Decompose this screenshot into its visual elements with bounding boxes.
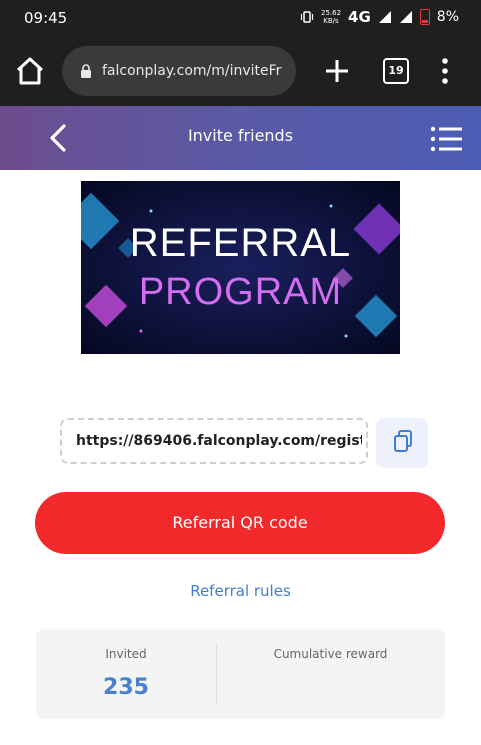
page-title: Invite friends	[187, 126, 294, 145]
lock-icon	[81, 64, 91, 78]
cumulative-reward-stat: Cumulative reward	[216, 629, 445, 719]
referral-qr-code-button[interactable]: Referral QR code	[35, 492, 445, 554]
page-header: Invite friends	[0, 106, 481, 170]
address-bar[interactable]: falconplay.com/m/inviteFriends	[62, 46, 296, 96]
battery-icon	[419, 9, 430, 25]
signal-icon	[378, 11, 391, 23]
network-speed: 25.62 KB/s	[321, 9, 341, 25]
banner-background	[81, 181, 400, 354]
copy-link-button[interactable]	[376, 418, 428, 468]
copy-icon	[394, 430, 412, 452]
vibrate-icon	[300, 11, 314, 23]
referral-rules-link[interactable]: Referral rules	[0, 582, 481, 600]
referral-link-text: https://869406.falconplay.com/registe...	[76, 433, 362, 449]
menu-icon[interactable]	[430, 126, 464, 152]
banner-title-line1: REFERRAL	[129, 221, 352, 265]
status-bar: 09:45 25.62 KB/s 4G 8%	[0, 0, 481, 36]
referral-stats-card: Invited 235 Cumulative reward	[36, 629, 445, 719]
tab-switcher-button[interactable]: 19	[383, 58, 409, 84]
invited-label: Invited	[105, 647, 147, 661]
new-tab-icon[interactable]	[322, 56, 352, 86]
url-text: falconplay.com/m/inviteFriends	[102, 63, 282, 79]
home-icon[interactable]	[14, 56, 46, 86]
speed-value: 25.62	[320, 9, 342, 17]
speed-unit: KB/s	[323, 17, 339, 25]
cumulative-reward-label: Cumulative reward	[273, 647, 388, 661]
referral-banner: REFERRAL PROGRAM	[81, 181, 400, 354]
signal-icon-2	[399, 11, 412, 23]
browser-toolbar: falconplay.com/m/inviteFriends 19	[0, 36, 481, 106]
network-type: 4G	[348, 8, 371, 26]
referral-link-field[interactable]: https://869406.falconplay.com/registe...	[60, 418, 368, 464]
invited-value: 235	[103, 675, 149, 700]
status-time: 09:45	[24, 9, 68, 27]
battery-percent: 8%	[436, 9, 459, 25]
invited-stat: Invited 235	[36, 629, 216, 719]
status-icons: 25.62 KB/s 4G 8%	[300, 8, 459, 26]
more-menu-icon[interactable]	[437, 56, 453, 86]
banner-title-line2: PROGRAM	[138, 271, 343, 313]
